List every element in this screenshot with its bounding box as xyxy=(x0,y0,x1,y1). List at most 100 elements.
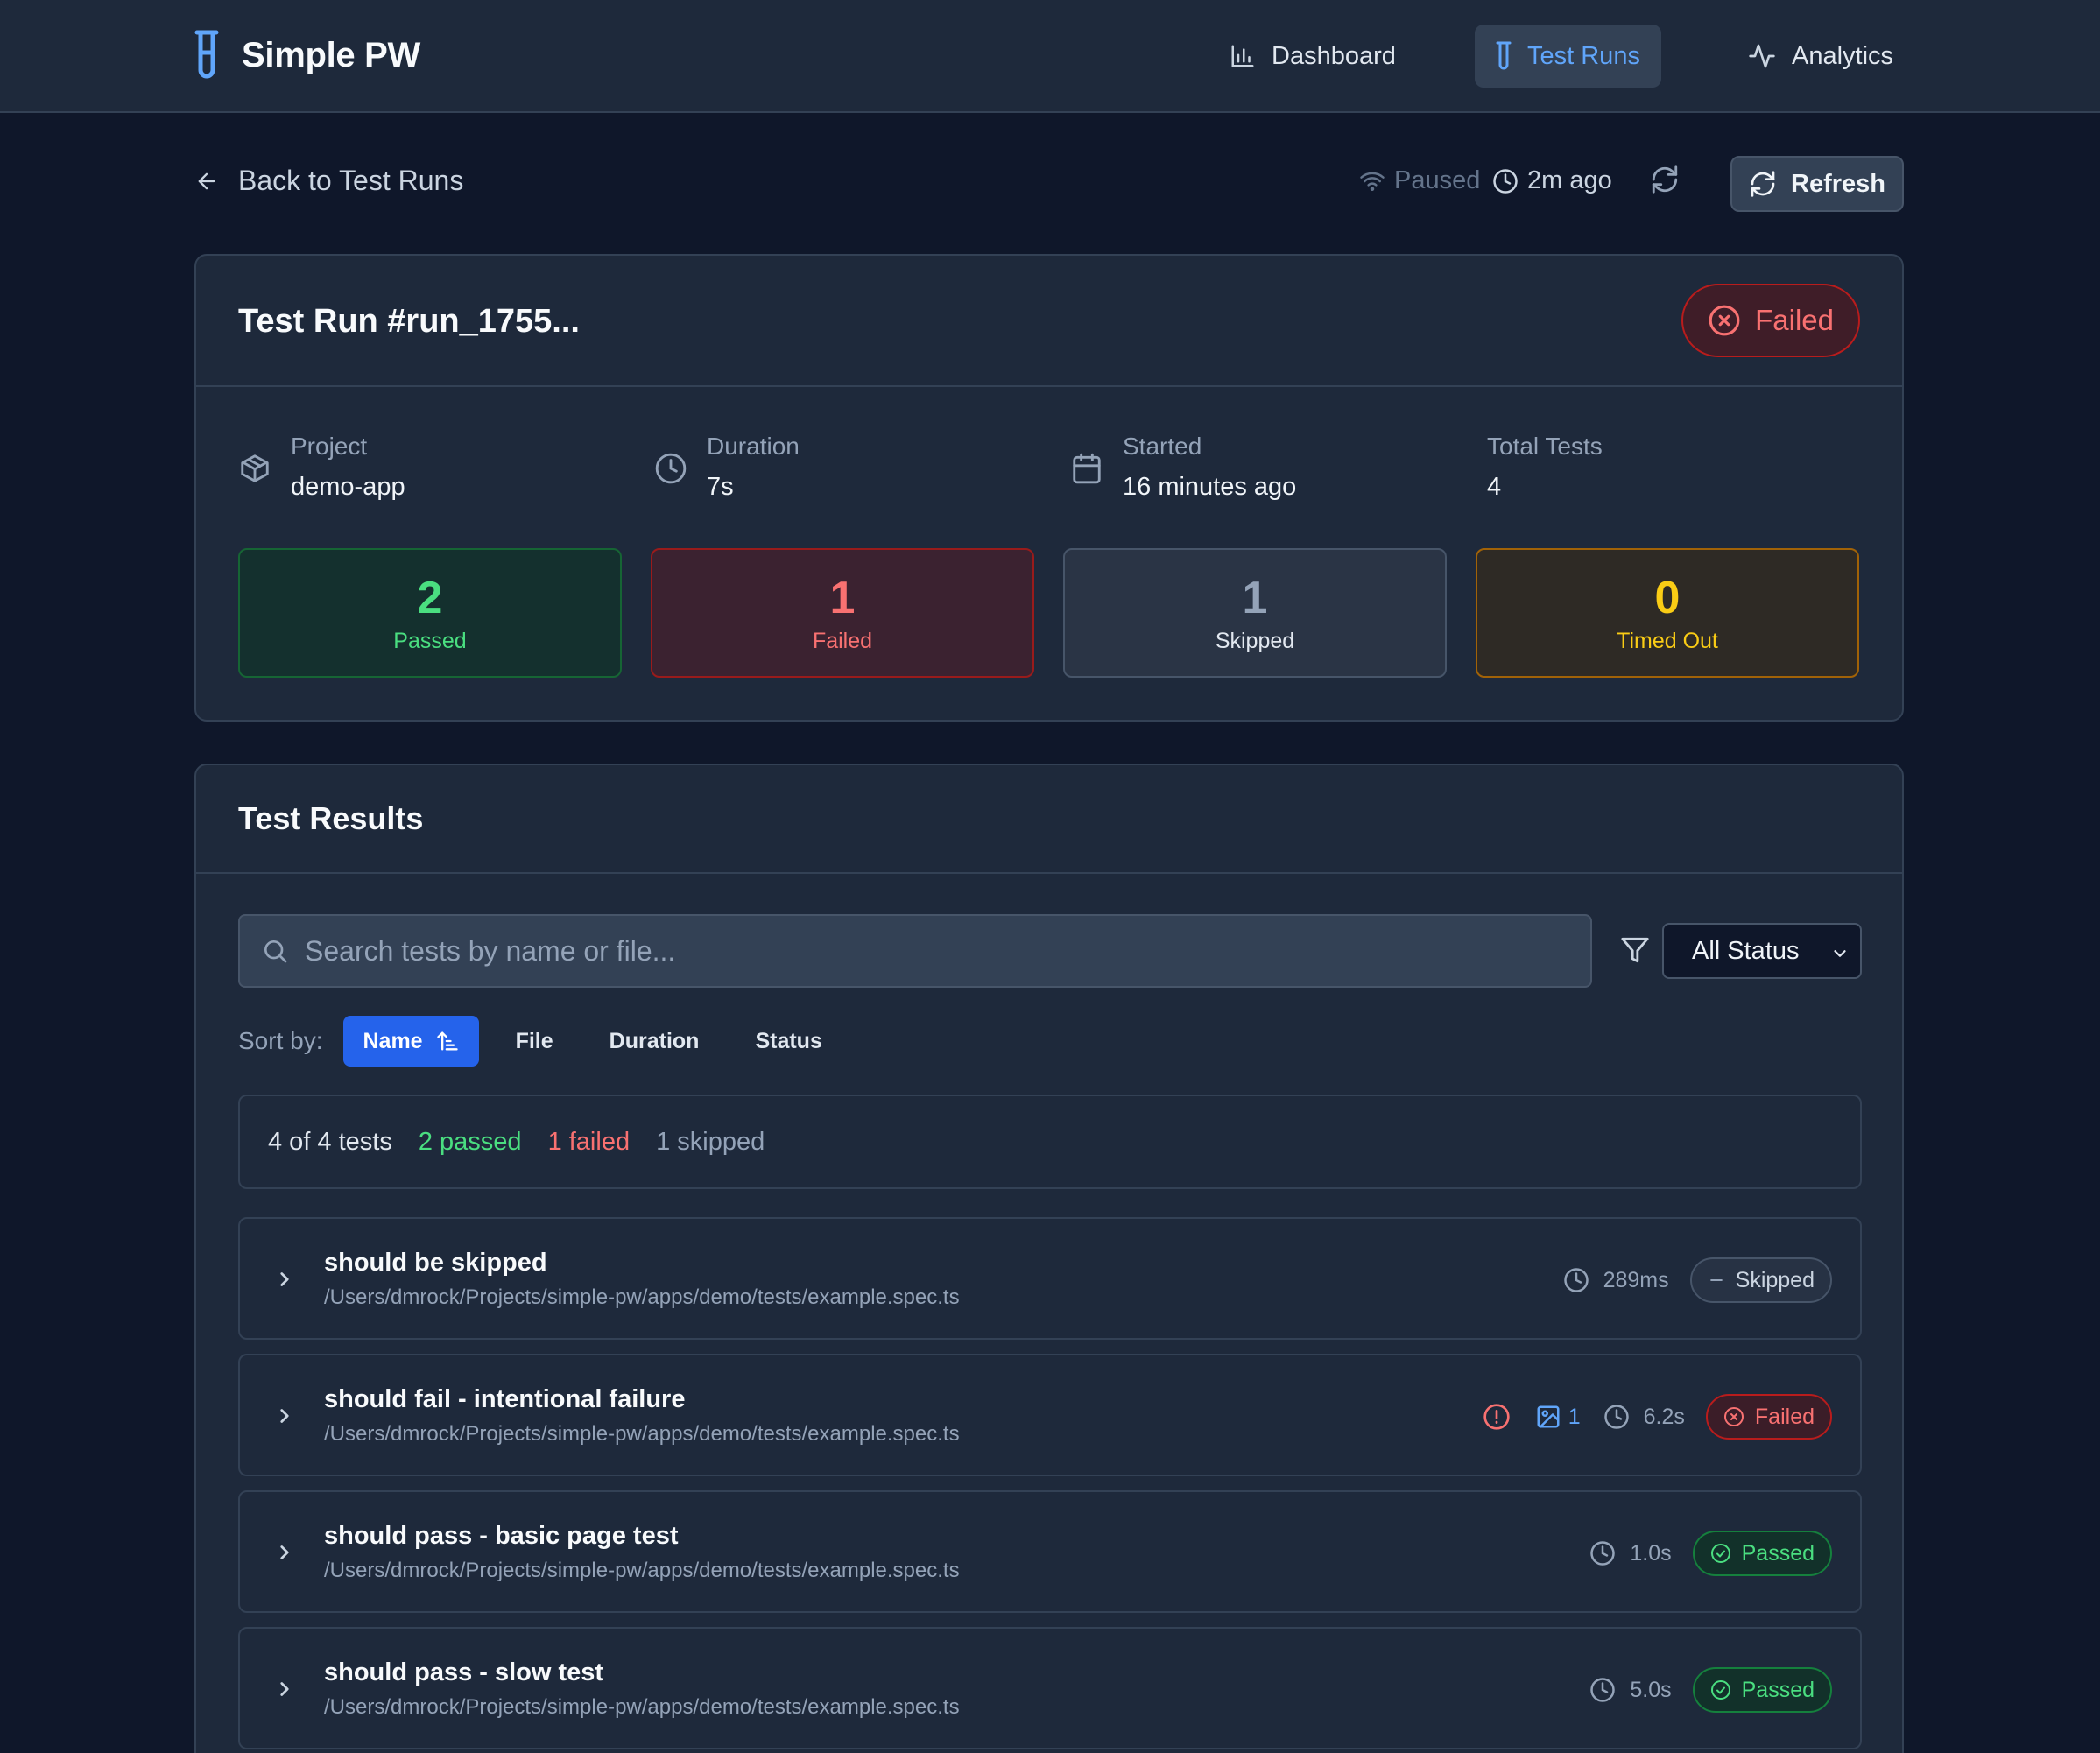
stat-skipped-label: Skipped xyxy=(1215,628,1295,653)
test-results-card: Test Results All Status Sort by: Name Fi… xyxy=(194,764,1904,1753)
info-started: Started 16 minutes ago xyxy=(1070,429,1296,506)
auto-refresh-toggle[interactable] xyxy=(1650,165,1680,194)
info-project: Project demo-app xyxy=(238,429,405,506)
test-file-path: /Users/dmrock/Projects/simple-pw/apps/de… xyxy=(324,1559,960,1582)
test-meta: 1 6.2s Failed xyxy=(1483,1394,1832,1440)
test-run-header: Test Run #run_1755... Failed xyxy=(196,256,1902,387)
stat-passed-label: Passed xyxy=(393,628,467,653)
summary-passed: 2 passed xyxy=(418,1127,522,1156)
test-name: should pass - slow test xyxy=(324,1658,604,1686)
test-duration: 5.0s xyxy=(1589,1677,1672,1703)
filter-icon[interactable] xyxy=(1620,935,1650,965)
status-badge-label: Failed xyxy=(1754,1404,1815,1429)
test-results-header: Test Results xyxy=(196,765,1902,874)
back-link-label: Back to Test Runs xyxy=(238,165,464,196)
refresh-button[interactable]: Refresh xyxy=(1730,156,1904,212)
back-to-test-runs-link[interactable]: Back to Test Runs xyxy=(194,165,463,197)
info-total-value: 4 xyxy=(1487,473,1502,501)
stat-failed-label: Failed xyxy=(812,628,873,653)
info-duration-label: Duration xyxy=(707,433,800,460)
stat-timed-out-count: 0 xyxy=(1654,572,1681,623)
status-badge: Failed xyxy=(1705,1394,1832,1440)
chevron-right-icon[interactable] xyxy=(273,1541,296,1564)
test-tube-icon xyxy=(1496,41,1512,71)
status-badge-label: Passed xyxy=(1741,1540,1815,1566)
clock-icon xyxy=(1492,168,1527,194)
test-tube-icon xyxy=(194,30,219,81)
nav-test-runs[interactable]: Test Runs xyxy=(1475,25,1661,88)
summary-failed: 1 failed xyxy=(547,1127,631,1156)
alert-circle-icon xyxy=(1483,1403,1511,1431)
clock-icon xyxy=(1589,1540,1630,1566)
test-row[interactable]: should fail - intentional failure /Users… xyxy=(238,1354,1862,1476)
stat-timed-out-label: Timed Out xyxy=(1617,628,1718,653)
test-duration-value: 1.0s xyxy=(1630,1540,1672,1566)
clock-icon xyxy=(1563,1267,1603,1293)
test-file-path: /Users/dmrock/Projects/simple-pw/apps/de… xyxy=(324,1695,960,1719)
test-run-card: Test Run #run_1755... Failed Project dem… xyxy=(194,254,1904,722)
app-logo[interactable]: Simple PW xyxy=(194,30,420,81)
status-filter-value: All Status xyxy=(1692,936,1800,965)
x-circle-icon xyxy=(1723,1406,1755,1427)
results-summary: 4 of 4 tests 2 passed 1 failed 1 skipped xyxy=(238,1095,1862,1189)
wifi-icon xyxy=(1359,168,1394,194)
live-status: Paused xyxy=(1359,166,1480,195)
package-icon xyxy=(238,452,271,506)
test-row[interactable]: should be skipped /Users/dmrock/Projects… xyxy=(238,1217,1862,1340)
info-total-tests: Total Tests 4 xyxy=(1487,429,1603,506)
image-icon xyxy=(1535,1404,1568,1430)
chevron-right-icon[interactable] xyxy=(273,1405,296,1427)
sort-label: Sort by: xyxy=(238,1027,323,1054)
sort-name-label: Name xyxy=(363,1028,423,1053)
info-duration-value: 7s xyxy=(707,473,734,501)
sort-by-duration-button[interactable]: Duration xyxy=(590,1016,719,1067)
live-status-label: Paused xyxy=(1394,166,1481,194)
bar-chart-icon xyxy=(1230,43,1256,69)
test-results-title: Test Results xyxy=(238,800,424,836)
search-icon xyxy=(261,937,289,965)
chevron-right-icon[interactable] xyxy=(273,1678,296,1700)
summary-skipped: 1 skipped xyxy=(656,1127,765,1156)
test-name: should fail - intentional failure xyxy=(324,1385,686,1413)
info-project-label: Project xyxy=(291,433,368,460)
app-name: Simple PW xyxy=(242,35,420,74)
screenshot-count: 1 xyxy=(1535,1404,1581,1430)
info-duration: Duration 7s xyxy=(654,429,800,506)
info-total-label: Total Tests xyxy=(1487,433,1603,460)
search-input[interactable] xyxy=(305,934,1590,968)
stat-passed-count: 2 xyxy=(417,572,443,623)
top-nav-bar: Simple PW Dashboard Test Runs Analytics xyxy=(0,0,2100,113)
status-badge: Passed xyxy=(1692,1531,1832,1576)
clock-icon xyxy=(1603,1404,1644,1430)
last-updated: 2m ago xyxy=(1492,166,1612,195)
check-circle-icon xyxy=(1710,1679,1742,1700)
sort-controls: Sort by: Name File Duration Status xyxy=(238,1016,859,1067)
test-duration-value: 6.2s xyxy=(1643,1404,1685,1429)
sort-ascending-icon xyxy=(423,1029,460,1053)
test-duration: 6.2s xyxy=(1603,1404,1685,1430)
test-duration-value: 289ms xyxy=(1603,1267,1669,1292)
status-filter-select[interactable]: All Status xyxy=(1662,923,1862,979)
sort-by-status-button[interactable]: Status xyxy=(736,1016,841,1067)
test-row[interactable]: should pass - slow test /Users/dmrock/Pr… xyxy=(238,1627,1862,1749)
nav-analytics[interactable]: Analytics xyxy=(1727,25,1914,88)
x-circle-icon xyxy=(1708,304,1755,337)
calendar-icon xyxy=(1070,452,1103,506)
test-row[interactable]: should pass - basic page test /Users/dmr… xyxy=(238,1490,1862,1613)
test-file-path: /Users/dmrock/Projects/simple-pw/apps/de… xyxy=(324,1285,960,1309)
info-started-label: Started xyxy=(1123,433,1202,460)
nav-analytics-label: Analytics xyxy=(1792,41,1894,70)
sort-by-file-button[interactable]: File xyxy=(497,1016,573,1067)
sort-by-name-button[interactable]: Name xyxy=(343,1016,479,1067)
search-box[interactable] xyxy=(238,914,1592,988)
test-meta: 5.0s Passed xyxy=(1589,1667,1832,1713)
activity-icon xyxy=(1748,42,1776,70)
test-name: should pass - basic page test xyxy=(324,1522,679,1550)
nav-dashboard[interactable]: Dashboard xyxy=(1209,25,1417,88)
test-file-path: /Users/dmrock/Projects/simple-pw/apps/de… xyxy=(324,1422,960,1446)
stat-skipped-count: 1 xyxy=(1242,572,1268,623)
last-updated-label: 2m ago xyxy=(1527,166,1612,194)
test-duration: 289ms xyxy=(1563,1267,1669,1293)
test-name: should be skipped xyxy=(324,1249,547,1277)
chevron-right-icon[interactable] xyxy=(273,1268,296,1291)
